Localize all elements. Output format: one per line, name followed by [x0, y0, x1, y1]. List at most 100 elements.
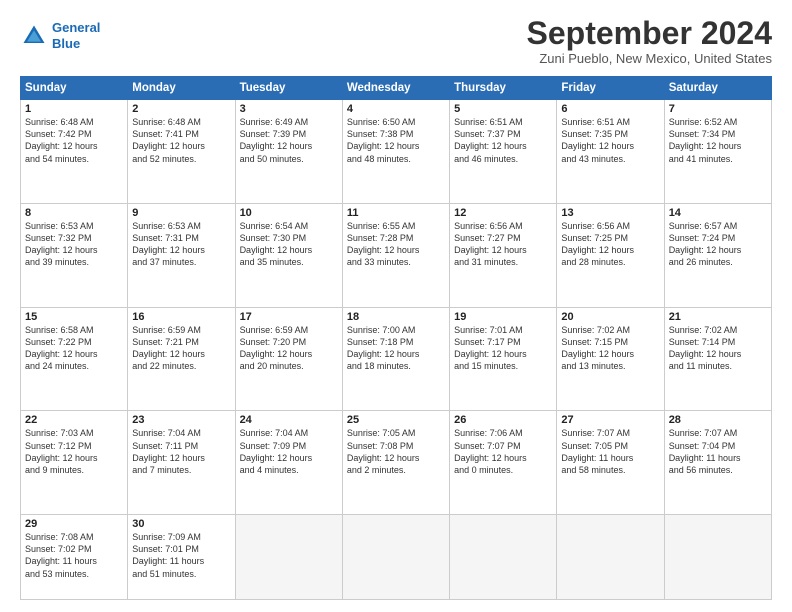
day-info: Sunrise: 6:55 AMSunset: 7:28 PMDaylight:…	[347, 220, 445, 269]
day-info: Sunrise: 6:48 AMSunset: 7:41 PMDaylight:…	[132, 116, 230, 165]
table-row: 19Sunrise: 7:01 AMSunset: 7:17 PMDayligh…	[450, 307, 557, 411]
day-number: 22	[25, 414, 123, 426]
day-info: Sunrise: 6:59 AMSunset: 7:21 PMDaylight:…	[132, 324, 230, 373]
day-number: 7	[669, 103, 767, 115]
day-number: 30	[132, 518, 230, 530]
day-number: 15	[25, 311, 123, 323]
day-info: Sunrise: 6:50 AMSunset: 7:38 PMDaylight:…	[347, 116, 445, 165]
day-info: Sunrise: 6:56 AMSunset: 7:27 PMDaylight:…	[454, 220, 552, 269]
day-info: Sunrise: 6:51 AMSunset: 7:37 PMDaylight:…	[454, 116, 552, 165]
page: General Blue September 2024 Zuni Pueblo,…	[0, 0, 792, 612]
table-row: 4Sunrise: 6:50 AMSunset: 7:38 PMDaylight…	[342, 100, 449, 204]
col-tuesday: Tuesday	[235, 77, 342, 100]
day-number: 2	[132, 103, 230, 115]
table-row: 29Sunrise: 7:08 AMSunset: 7:02 PMDayligh…	[21, 515, 128, 600]
day-number: 10	[240, 207, 338, 219]
day-number: 11	[347, 207, 445, 219]
table-row: 15Sunrise: 6:58 AMSunset: 7:22 PMDayligh…	[21, 307, 128, 411]
week-row-3: 22Sunrise: 7:03 AMSunset: 7:12 PMDayligh…	[21, 411, 772, 515]
table-row: 5Sunrise: 6:51 AMSunset: 7:37 PMDaylight…	[450, 100, 557, 204]
header: General Blue September 2024 Zuni Pueblo,…	[20, 16, 772, 66]
logo-icon	[20, 22, 48, 50]
day-number: 27	[561, 414, 659, 426]
day-info: Sunrise: 7:01 AMSunset: 7:17 PMDaylight:…	[454, 324, 552, 373]
week-row-0: 1Sunrise: 6:48 AMSunset: 7:42 PMDaylight…	[21, 100, 772, 204]
logo-line1: General	[52, 20, 100, 35]
day-number: 24	[240, 414, 338, 426]
logo: General Blue	[20, 20, 100, 51]
table-row: 9Sunrise: 6:53 AMSunset: 7:31 PMDaylight…	[128, 203, 235, 307]
day-number: 29	[25, 518, 123, 530]
day-number: 20	[561, 311, 659, 323]
day-number: 14	[669, 207, 767, 219]
table-row: 22Sunrise: 7:03 AMSunset: 7:12 PMDayligh…	[21, 411, 128, 515]
table-row: 13Sunrise: 6:56 AMSunset: 7:25 PMDayligh…	[557, 203, 664, 307]
day-info: Sunrise: 6:52 AMSunset: 7:34 PMDaylight:…	[669, 116, 767, 165]
table-row: 17Sunrise: 6:59 AMSunset: 7:20 PMDayligh…	[235, 307, 342, 411]
day-number: 12	[454, 207, 552, 219]
day-number: 4	[347, 103, 445, 115]
title-block: September 2024 Zuni Pueblo, New Mexico, …	[527, 16, 772, 66]
month-title: September 2024	[527, 16, 772, 51]
day-info: Sunrise: 6:49 AMSunset: 7:39 PMDaylight:…	[240, 116, 338, 165]
week-row-1: 8Sunrise: 6:53 AMSunset: 7:32 PMDaylight…	[21, 203, 772, 307]
day-info: Sunrise: 6:51 AMSunset: 7:35 PMDaylight:…	[561, 116, 659, 165]
day-number: 25	[347, 414, 445, 426]
day-info: Sunrise: 7:03 AMSunset: 7:12 PMDaylight:…	[25, 427, 123, 476]
day-number: 3	[240, 103, 338, 115]
day-info: Sunrise: 7:04 AMSunset: 7:09 PMDaylight:…	[240, 427, 338, 476]
calendar-table: Sunday Monday Tuesday Wednesday Thursday…	[20, 76, 772, 600]
col-sunday: Sunday	[21, 77, 128, 100]
table-row: 25Sunrise: 7:05 AMSunset: 7:08 PMDayligh…	[342, 411, 449, 515]
table-row: 16Sunrise: 6:59 AMSunset: 7:21 PMDayligh…	[128, 307, 235, 411]
day-number: 5	[454, 103, 552, 115]
day-number: 28	[669, 414, 767, 426]
table-row	[342, 515, 449, 600]
day-info: Sunrise: 7:05 AMSunset: 7:08 PMDaylight:…	[347, 427, 445, 476]
day-info: Sunrise: 7:06 AMSunset: 7:07 PMDaylight:…	[454, 427, 552, 476]
header-row: Sunday Monday Tuesday Wednesday Thursday…	[21, 77, 772, 100]
day-info: Sunrise: 6:54 AMSunset: 7:30 PMDaylight:…	[240, 220, 338, 269]
table-row: 28Sunrise: 7:07 AMSunset: 7:04 PMDayligh…	[664, 411, 771, 515]
day-info: Sunrise: 7:07 AMSunset: 7:04 PMDaylight:…	[669, 427, 767, 476]
table-row	[664, 515, 771, 600]
day-info: Sunrise: 6:58 AMSunset: 7:22 PMDaylight:…	[25, 324, 123, 373]
table-row: 14Sunrise: 6:57 AMSunset: 7:24 PMDayligh…	[664, 203, 771, 307]
day-info: Sunrise: 6:53 AMSunset: 7:31 PMDaylight:…	[132, 220, 230, 269]
col-friday: Friday	[557, 77, 664, 100]
table-row: 24Sunrise: 7:04 AMSunset: 7:09 PMDayligh…	[235, 411, 342, 515]
day-info: Sunrise: 7:00 AMSunset: 7:18 PMDaylight:…	[347, 324, 445, 373]
week-row-2: 15Sunrise: 6:58 AMSunset: 7:22 PMDayligh…	[21, 307, 772, 411]
table-row: 30Sunrise: 7:09 AMSunset: 7:01 PMDayligh…	[128, 515, 235, 600]
day-info: Sunrise: 7:08 AMSunset: 7:02 PMDaylight:…	[25, 531, 123, 580]
table-row	[450, 515, 557, 600]
day-info: Sunrise: 7:09 AMSunset: 7:01 PMDaylight:…	[132, 531, 230, 580]
day-info: Sunrise: 7:07 AMSunset: 7:05 PMDaylight:…	[561, 427, 659, 476]
day-info: Sunrise: 7:02 AMSunset: 7:14 PMDaylight:…	[669, 324, 767, 373]
day-info: Sunrise: 7:04 AMSunset: 7:11 PMDaylight:…	[132, 427, 230, 476]
table-row: 3Sunrise: 6:49 AMSunset: 7:39 PMDaylight…	[235, 100, 342, 204]
table-row: 7Sunrise: 6:52 AMSunset: 7:34 PMDaylight…	[664, 100, 771, 204]
col-thursday: Thursday	[450, 77, 557, 100]
table-row: 12Sunrise: 6:56 AMSunset: 7:27 PMDayligh…	[450, 203, 557, 307]
col-wednesday: Wednesday	[342, 77, 449, 100]
table-row: 18Sunrise: 7:00 AMSunset: 7:18 PMDayligh…	[342, 307, 449, 411]
logo-line2: Blue	[52, 36, 80, 51]
day-info: Sunrise: 6:59 AMSunset: 7:20 PMDaylight:…	[240, 324, 338, 373]
table-row	[557, 515, 664, 600]
table-row: 10Sunrise: 6:54 AMSunset: 7:30 PMDayligh…	[235, 203, 342, 307]
table-row: 23Sunrise: 7:04 AMSunset: 7:11 PMDayligh…	[128, 411, 235, 515]
subtitle: Zuni Pueblo, New Mexico, United States	[527, 51, 772, 66]
day-number: 18	[347, 311, 445, 323]
day-number: 13	[561, 207, 659, 219]
col-saturday: Saturday	[664, 77, 771, 100]
table-row: 6Sunrise: 6:51 AMSunset: 7:35 PMDaylight…	[557, 100, 664, 204]
table-row: 27Sunrise: 7:07 AMSunset: 7:05 PMDayligh…	[557, 411, 664, 515]
day-info: Sunrise: 7:02 AMSunset: 7:15 PMDaylight:…	[561, 324, 659, 373]
day-info: Sunrise: 6:56 AMSunset: 7:25 PMDaylight:…	[561, 220, 659, 269]
table-row: 11Sunrise: 6:55 AMSunset: 7:28 PMDayligh…	[342, 203, 449, 307]
day-number: 8	[25, 207, 123, 219]
day-info: Sunrise: 6:48 AMSunset: 7:42 PMDaylight:…	[25, 116, 123, 165]
day-number: 19	[454, 311, 552, 323]
day-number: 21	[669, 311, 767, 323]
